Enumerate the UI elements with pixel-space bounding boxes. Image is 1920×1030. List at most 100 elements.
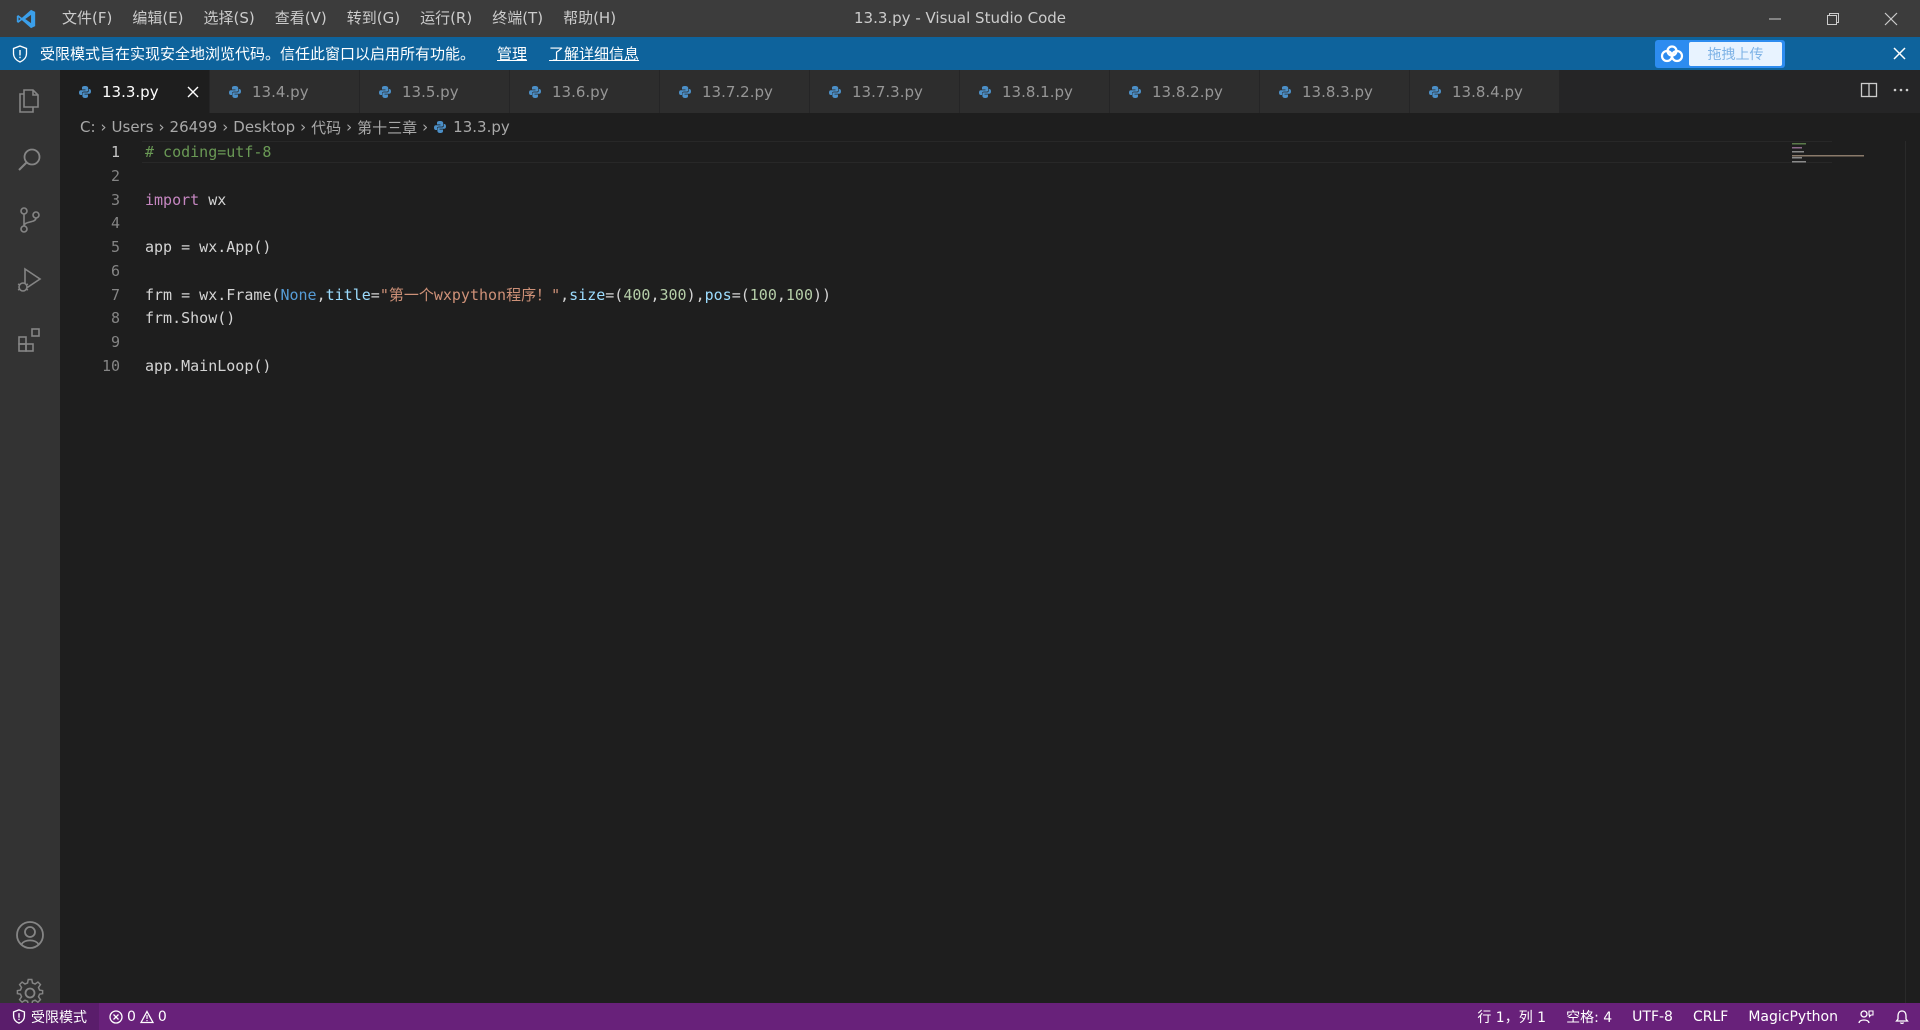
chevron-right-icon: › <box>300 118 307 136</box>
problems-indicator[interactable]: 0 0 <box>109 1009 167 1025</box>
explorer-button[interactable] <box>0 75 60 125</box>
minimize-button[interactable] <box>1746 0 1804 37</box>
breadcrumb: C: › Users › 26499 › Desktop › 代码 › 第十三章… <box>80 113 510 141</box>
upload-button[interactable]: 拖拽上传 <box>1655 40 1785 68</box>
code-token: , <box>776 286 786 304</box>
menu-view[interactable]: 查看(V) <box>265 0 337 37</box>
run-debug-icon <box>17 267 42 292</box>
line-number: 7 <box>110 286 120 304</box>
code-token: None <box>280 286 317 304</box>
code-token: "第一个wxpython程序！" <box>379 286 561 304</box>
encoding[interactable]: UTF-8 <box>1622 1003 1683 1030</box>
menu-run[interactable]: 运行(R) <box>410 0 482 37</box>
window-controls <box>1746 0 1920 37</box>
tab-13-8-3[interactable]: 13.8.3.py <box>1260 70 1410 113</box>
menu-edit[interactable]: 编辑(E) <box>122 0 193 37</box>
breadcrumb-item[interactable]: C: <box>80 118 96 136</box>
menu-help[interactable]: 帮助(H) <box>553 0 626 37</box>
cloud-icon <box>1655 40 1689 68</box>
status-bar-right: 行 1，列 1 空格: 4 UTF-8 CRLF MagicPython <box>1467 1003 1920 1030</box>
tab-13-8-4[interactable]: 13.8.4.py <box>1410 70 1560 113</box>
status-bar: 受限模式 0 0 行 1，列 1 空格: 4 UTF-8 CRLF MagicP… <box>0 1003 1920 1030</box>
code-token: 300 <box>659 286 687 304</box>
files-icon <box>19 89 39 113</box>
indentation[interactable]: 空格: 4 <box>1556 1003 1622 1030</box>
minimap[interactable] <box>1790 143 1880 163</box>
split-editor-button[interactable] <box>1860 81 1878 103</box>
menu-terminal[interactable]: 终端(T) <box>482 0 553 37</box>
chevron-right-icon: › <box>100 118 107 136</box>
tab-13-3[interactable]: 13.3.py <box>60 70 210 113</box>
banner-message: 受限模式旨在实现安全地浏览代码。信任此窗口以启用所有功能。 <box>40 45 476 63</box>
python-icon <box>678 84 694 100</box>
tab-13-8-2[interactable]: 13.8.2.py <box>1110 70 1260 113</box>
current-line-highlight <box>142 141 1832 163</box>
accounts-button[interactable] <box>0 910 60 960</box>
tab-13-4[interactable]: 13.4.py <box>210 70 360 113</box>
source-control-button[interactable] <box>0 195 60 245</box>
breadcrumb-item[interactable]: 26499 <box>170 118 218 136</box>
menu-go[interactable]: 转到(G) <box>337 0 410 37</box>
restore-button[interactable] <box>1804 0 1862 37</box>
code-token: frm = wx.Frame( <box>145 286 281 304</box>
restore-icon <box>1827 12 1839 25</box>
menu-selection[interactable]: 选择(S) <box>194 0 265 37</box>
code-token: import <box>145 191 200 209</box>
bell-icon <box>1895 1009 1909 1024</box>
vertical-scrollbar[interactable] <box>1905 141 1920 1003</box>
vscode-logo-icon <box>0 0 52 37</box>
run-debug-button[interactable] <box>0 255 60 305</box>
tab-label: 13.8.4.py <box>1452 82 1523 101</box>
end-of-line[interactable]: CRLF <box>1683 1003 1738 1030</box>
python-icon <box>978 84 994 100</box>
tab-13-6[interactable]: 13.6.py <box>510 70 660 113</box>
search-button[interactable] <box>0 135 60 185</box>
tab-13-5[interactable]: 13.5.py <box>360 70 510 113</box>
code-editor[interactable]: 1 2 3 4 5 6 7 8 9 10 # coding=utf-8 impo… <box>60 141 1920 1003</box>
tab-actions <box>1860 70 1910 113</box>
extensions-button[interactable] <box>0 315 60 365</box>
menu-file[interactable]: 文件(F) <box>52 0 122 37</box>
tab-13-8-1[interactable]: 13.8.1.py <box>960 70 1110 113</box>
more-actions-button[interactable] <box>1892 81 1910 103</box>
breadcrumb-item[interactable]: 13.3.py <box>453 118 510 136</box>
shield-icon <box>12 44 34 63</box>
chevron-right-icon: › <box>422 118 429 136</box>
breadcrumb-item[interactable]: 代码 <box>311 117 341 138</box>
language-mode[interactable]: MagicPython <box>1738 1003 1848 1030</box>
chevron-right-icon: › <box>158 118 165 136</box>
code-token: size <box>569 286 606 304</box>
source-control-icon <box>20 207 40 233</box>
banner-close-button[interactable] <box>1893 37 1906 70</box>
tab-close-button[interactable] <box>187 70 199 113</box>
restricted-mode-label: 受限模式 <box>31 1009 87 1026</box>
code-token: 400 <box>623 286 651 304</box>
code-token: , <box>560 286 570 304</box>
feedback-button[interactable] <box>1848 1003 1884 1030</box>
learn-more-link[interactable]: 了解详细信息 <box>549 43 639 64</box>
extensions-icon <box>18 328 40 352</box>
breadcrumb-item[interactable]: 第十三章 <box>357 117 417 138</box>
tab-13-7-3[interactable]: 13.7.3.py <box>810 70 960 113</box>
tab-13-7-2[interactable]: 13.7.2.py <box>660 70 810 113</box>
notifications-button[interactable] <box>1884 1003 1920 1030</box>
tab-label: 13.8.2.py <box>1152 82 1223 101</box>
title-bar: 文件(F) 编辑(E) 选择(S) 查看(V) 转到(G) 运行(R) 终端(T… <box>0 0 1920 37</box>
restricted-mode-indicator[interactable]: 受限模式 <box>0 1003 99 1030</box>
warning-icon <box>139 1009 154 1023</box>
chevron-right-icon: › <box>222 118 229 136</box>
python-icon <box>528 84 544 100</box>
code-token: # coding=utf-8 <box>145 143 272 161</box>
line-number: 1 <box>110 143 120 161</box>
manage-link[interactable]: 管理 <box>497 43 527 64</box>
code-line: app = wx.App() <box>145 236 271 258</box>
tab-label: 13.7.2.py <box>702 82 773 101</box>
breadcrumb-item[interactable]: Desktop <box>233 118 295 136</box>
close-window-button[interactable] <box>1862 0 1920 37</box>
upload-label: 拖拽上传 <box>1689 42 1782 66</box>
breadcrumb-item[interactable]: Users <box>112 118 154 136</box>
code-token: =( <box>605 286 624 304</box>
cursor-position[interactable]: 行 1，列 1 <box>1467 1003 1556 1030</box>
code-token: app = wx.App() <box>145 238 272 256</box>
tab-label: 13.8.1.py <box>1002 82 1073 101</box>
